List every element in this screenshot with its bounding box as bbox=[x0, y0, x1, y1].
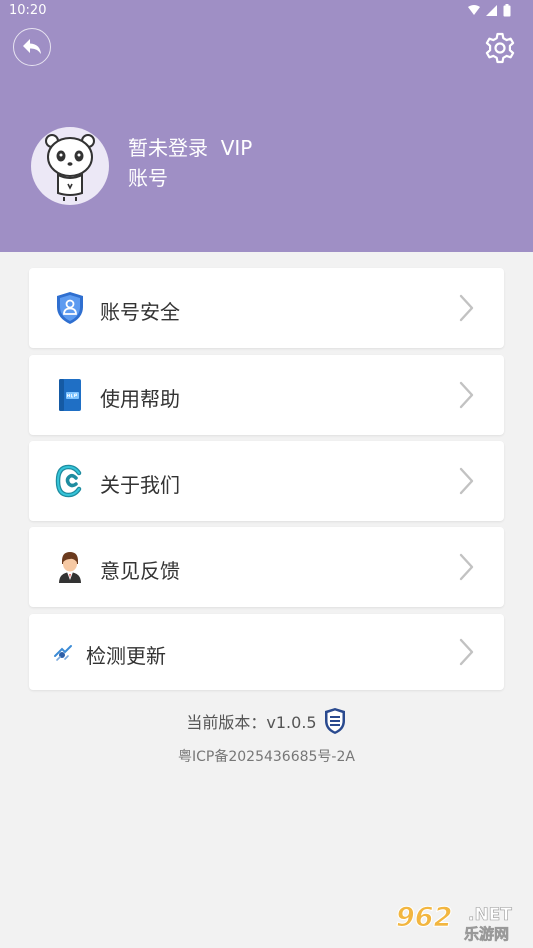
chevron-right-icon bbox=[459, 294, 474, 322]
watermark-domain: .NET bbox=[468, 905, 512, 925]
help-book-icon bbox=[54, 378, 86, 412]
support-agent-icon bbox=[54, 550, 86, 584]
menu-item-about[interactable]: 关于我们 bbox=[29, 441, 504, 521]
watermark-number: 962 bbox=[396, 902, 452, 933]
chevron-right-icon bbox=[459, 467, 474, 495]
menu-item-help[interactable]: 使用帮助 bbox=[29, 355, 504, 435]
panda-avatar-icon bbox=[45, 134, 95, 201]
watermark-site-name: 乐游网 bbox=[464, 925, 509, 942]
wifi-icon bbox=[468, 5, 480, 15]
menu-label-feedback: 意见反馈 bbox=[100, 559, 180, 583]
menu-label-account-security: 账号安全 bbox=[100, 300, 180, 324]
c-logo-icon bbox=[54, 464, 86, 498]
version-info: 当前版本：v1.0.5 bbox=[0, 707, 533, 735]
menu-label-check-update: 检测更新 bbox=[86, 644, 166, 668]
menu-item-check-update[interactable]: 检测更新 bbox=[29, 614, 504, 690]
chevron-right-icon bbox=[459, 381, 474, 409]
site-watermark-logo: 962 .NET 乐游网 bbox=[394, 898, 526, 944]
status-time: 10:20 bbox=[9, 3, 47, 18]
menu-label-about: 关于我们 bbox=[100, 473, 180, 497]
login-status-text: 暂未登录 bbox=[128, 136, 208, 160]
account-label: 账号 bbox=[128, 166, 168, 190]
menu-label-help: 使用帮助 bbox=[100, 387, 180, 411]
icp-license[interactable]: 粤ICP备2025436685号-2A bbox=[0, 746, 533, 766]
avatar[interactable] bbox=[31, 127, 109, 205]
gear-icon bbox=[485, 32, 515, 64]
signal-icon bbox=[486, 5, 497, 16]
update-icon bbox=[53, 643, 73, 663]
chevron-right-icon bbox=[459, 638, 474, 666]
version-text: 当前版本：v1.0.5 bbox=[186, 709, 316, 733]
back-arrow-icon bbox=[23, 39, 41, 54]
battery-icon bbox=[503, 4, 511, 17]
vip-label: VIP bbox=[220, 136, 253, 160]
login-status[interactable]: 暂未登录 VIP bbox=[128, 132, 252, 161]
version-number: v1.0.5 bbox=[266, 713, 317, 732]
app-badge-icon bbox=[324, 708, 345, 734]
settings-button[interactable] bbox=[483, 31, 517, 65]
status-bar: 10:20 bbox=[0, 0, 533, 24]
menu-item-feedback[interactable]: 意见反馈 bbox=[29, 527, 504, 607]
menu-item-account-security[interactable]: 账号安全 bbox=[29, 268, 504, 348]
back-button[interactable] bbox=[13, 28, 51, 66]
profile-header: 10:20 暂未登录 VIP 账号 bbox=[0, 0, 533, 252]
chevron-right-icon bbox=[459, 553, 474, 581]
version-label: 当前版本： bbox=[186, 713, 267, 732]
status-icons bbox=[468, 4, 511, 17]
shield-icon bbox=[54, 291, 86, 325]
